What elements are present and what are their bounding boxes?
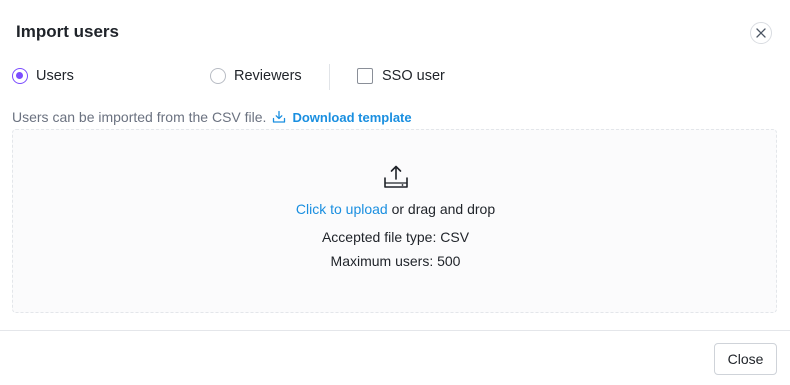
download-icon: [273, 110, 286, 123]
drag-drop-text: or drag and drop: [387, 201, 496, 217]
dialog-title: Import users: [16, 22, 119, 41]
upload-instruction: Click to upload or drag and drop: [13, 201, 778, 217]
reviewers-radio-label: Reviewers: [234, 68, 302, 84]
accepted-file-type: Accepted file type: CSV: [321, 229, 470, 245]
click-to-upload-link[interactable]: Click to upload: [296, 201, 388, 217]
download-template-label: Download template: [292, 109, 412, 125]
sso-user-checkbox-option[interactable]: SSO user: [357, 68, 445, 84]
file-dropzone[interactable]: Click to upload or drag and drop Accepte…: [12, 129, 777, 313]
close-icon: [756, 28, 766, 38]
users-radio[interactable]: [12, 68, 28, 84]
users-radio-option[interactable]: Users: [12, 68, 74, 84]
reviewers-radio-option[interactable]: Reviewers: [210, 68, 302, 84]
close-dialog-button[interactable]: [750, 22, 772, 44]
import-info-text: Users can be imported from the CSV file.: [12, 109, 267, 125]
users-radio-label: Users: [36, 68, 74, 84]
import-users-dialog: Import users Users Reviewers SSO user Us…: [0, 0, 790, 385]
reviewers-radio[interactable]: [210, 68, 226, 84]
import-info: Users can be imported from the CSV file.…: [12, 109, 412, 125]
upload-icon: [384, 165, 408, 188]
sso-user-label: SSO user: [382, 68, 445, 84]
sso-user-checkbox[interactable]: [357, 68, 373, 84]
footer-divider: [0, 330, 790, 331]
options-divider: [329, 64, 330, 90]
close-button[interactable]: Close: [714, 343, 777, 375]
download-template-link[interactable]: Download template: [272, 109, 412, 125]
import-type-options: Users Reviewers SSO user: [12, 64, 772, 90]
maximum-users: Maximum users: 500: [330, 253, 461, 269]
